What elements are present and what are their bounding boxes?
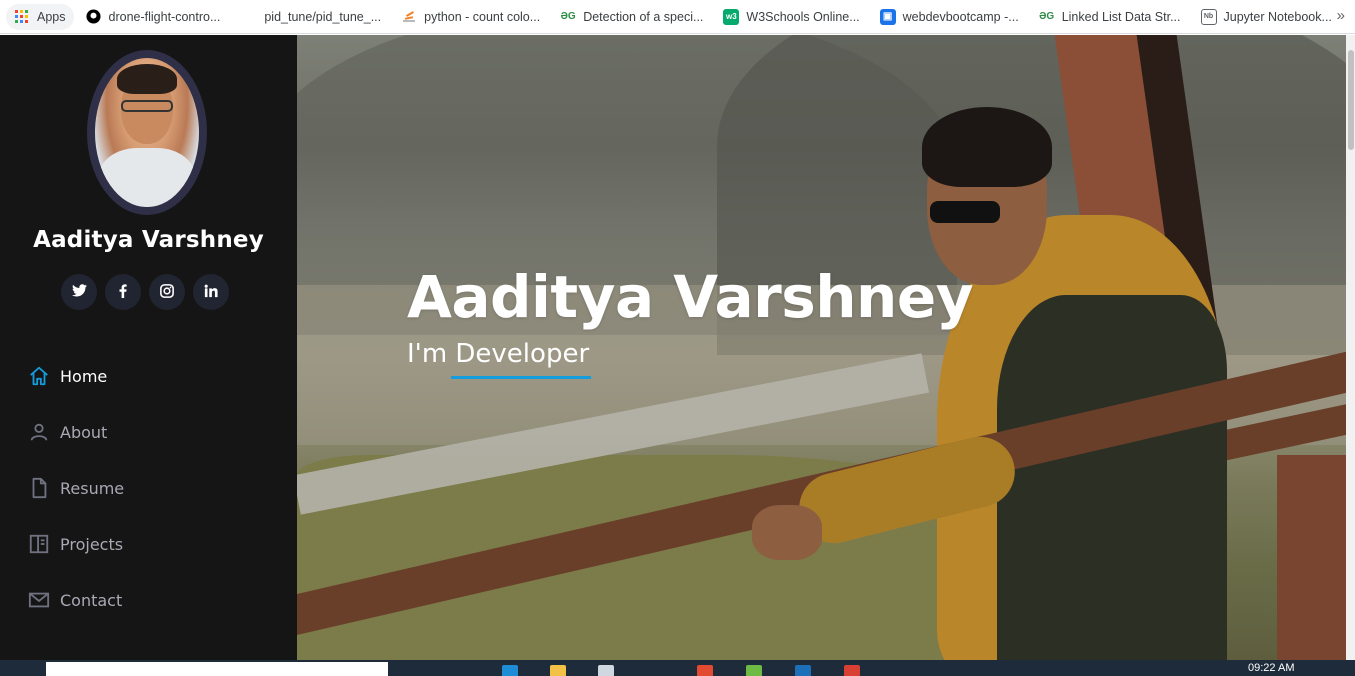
hero-subtitle: I'm Developer bbox=[407, 339, 590, 369]
nav-item-home[interactable]: Home bbox=[28, 348, 124, 404]
file-icon bbox=[32, 477, 47, 499]
nav-item-label: About bbox=[60, 422, 108, 442]
nav-item-label: Resume bbox=[60, 478, 125, 498]
github-icon bbox=[86, 9, 102, 25]
dropbox-icon[interactable] bbox=[598, 665, 614, 676]
app-icon[interactable] bbox=[746, 665, 762, 676]
linkedin-link[interactable] bbox=[193, 274, 229, 310]
nav-item-label: Contact bbox=[60, 590, 123, 610]
instagram-link[interactable] bbox=[149, 274, 185, 310]
windows-taskbar: 09:22 AM bbox=[0, 660, 1355, 676]
envelope-icon bbox=[28, 592, 50, 608]
bookmark-pid-tune[interactable]: pid_tune/pid_tune_... bbox=[256, 4, 389, 30]
bookmark-w3schools[interactable]: w3 W3Schools Online... bbox=[715, 4, 867, 30]
geeksforgeeks-icon: ƏG bbox=[1039, 11, 1055, 22]
bookmark-drone-flight[interactable]: drone-flight-contro... bbox=[78, 4, 229, 30]
scrollbar-thumb[interactable] bbox=[1348, 50, 1354, 150]
hero-title: Aaditya Varshney bbox=[407, 263, 974, 331]
bookmark-jupyter[interactable]: Nb Jupyter Notebook... bbox=[1193, 4, 1340, 30]
bookmark-label: Apps bbox=[37, 9, 66, 24]
nav-item-label: Home bbox=[60, 366, 108, 386]
bookmark-linked-list[interactable]: ƏG Linked List Data Str... bbox=[1031, 4, 1189, 30]
bookmark-label: Jupyter Notebook... bbox=[1223, 9, 1332, 24]
facebook-link[interactable] bbox=[105, 274, 141, 310]
typed-underline bbox=[451, 376, 591, 379]
app-icon[interactable] bbox=[697, 665, 713, 676]
home-icon bbox=[30, 366, 48, 386]
balcony-post bbox=[1277, 455, 1346, 660]
bookmark-apps[interactable]: Apps bbox=[6, 3, 74, 30]
nav-item-label: Projects bbox=[60, 534, 124, 554]
instagram-icon bbox=[160, 283, 174, 301]
bookmark-label: webdevbootcamp -... bbox=[902, 9, 1019, 24]
hero-section: Aaditya Varshney I'm Developer bbox=[297, 35, 1346, 660]
avatar bbox=[87, 50, 207, 215]
bookmark-label: Detection of a speci... bbox=[583, 9, 704, 24]
nav-item-projects[interactable]: Projects bbox=[28, 516, 124, 572]
person-vest bbox=[997, 295, 1227, 660]
bookmark-label: Linked List Data Str... bbox=[1061, 9, 1181, 24]
sidebar-nav: Home About Resume Projects Contact bbox=[28, 348, 124, 628]
sidebar-name: Aaditya Varshney bbox=[33, 227, 264, 253]
apps-grid-icon bbox=[14, 9, 30, 25]
w3schools-icon: w3 bbox=[723, 8, 740, 25]
nav-item-contact[interactable]: Contact bbox=[28, 572, 124, 628]
nav-item-resume[interactable]: Resume bbox=[28, 460, 124, 516]
bookmark-label: drone-flight-contro... bbox=[108, 9, 221, 24]
stackoverflow-icon bbox=[401, 9, 417, 25]
bookmark-label: python - count colo... bbox=[424, 9, 541, 24]
person-hand bbox=[752, 505, 822, 560]
bookmark-label: W3Schools Online... bbox=[746, 9, 860, 24]
bookmark-python-count[interactable]: python - count colo... bbox=[393, 4, 548, 30]
browser-icon: ▣ bbox=[879, 8, 896, 25]
bookmark-detection[interactable]: ƏG Detection of a speci... bbox=[552, 4, 711, 30]
avatar-hair bbox=[117, 64, 177, 94]
geeksforgeeks-icon: ƏG bbox=[560, 11, 576, 22]
book-icon bbox=[29, 534, 49, 554]
linkedin-icon bbox=[204, 284, 218, 301]
person-sunglasses bbox=[930, 201, 1000, 223]
taskbar-clock[interactable]: 09:22 AM bbox=[1248, 662, 1294, 674]
bookmarks-overflow-button[interactable]: » bbox=[1337, 7, 1345, 24]
user-icon bbox=[30, 423, 48, 441]
chrome-icon[interactable] bbox=[844, 665, 860, 676]
bookmark-webdevbootcamp[interactable]: ▣ webdevbootcamp -... bbox=[872, 4, 1027, 30]
app-icon[interactable] bbox=[795, 665, 811, 676]
facebook-icon bbox=[119, 283, 127, 301]
file-explorer-icon[interactable] bbox=[550, 665, 566, 676]
taskbar-search-box[interactable] bbox=[46, 662, 388, 676]
avatar-shirt bbox=[99, 148, 195, 207]
avatar-glasses bbox=[121, 100, 173, 112]
twitter-link[interactable] bbox=[61, 274, 97, 310]
bookmarks-bar: Apps drone-flight-contro... pid_tune/pid… bbox=[0, 0, 1355, 34]
social-links bbox=[61, 274, 229, 310]
sidebar: Aaditya Varshney Home About Resume Proje… bbox=[0, 35, 297, 660]
bookmark-label: pid_tune/pid_tune_... bbox=[264, 9, 382, 24]
person-hair bbox=[922, 107, 1052, 187]
twitter-icon bbox=[71, 284, 87, 300]
notebook-icon: Nb bbox=[1200, 8, 1217, 25]
nav-item-about[interactable]: About bbox=[28, 404, 124, 460]
edge-icon[interactable] bbox=[502, 665, 518, 676]
